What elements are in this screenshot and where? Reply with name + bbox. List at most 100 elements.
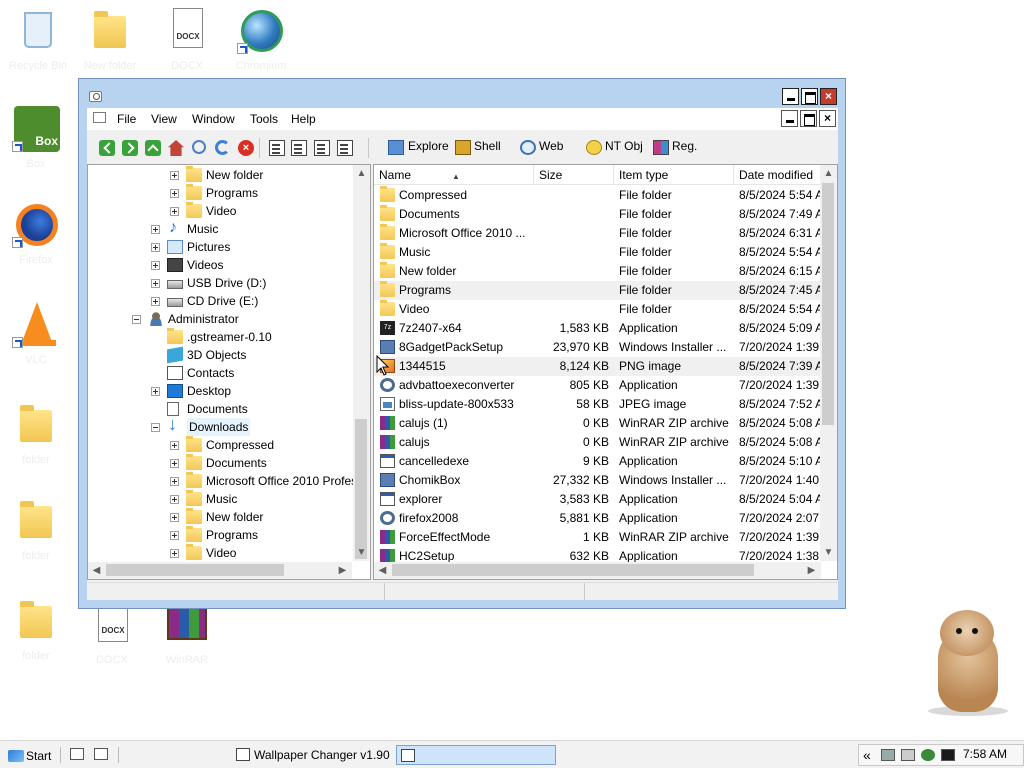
scroll-right-arrow-icon[interactable]: ▶ — [334, 562, 351, 579]
forward-arrow-icon[interactable] — [122, 140, 138, 156]
file-list-pane[interactable]: Name ▲ Size Item type Date modified Comp… — [373, 164, 838, 580]
shell-icon[interactable] — [455, 140, 471, 155]
file-row[interactable]: cancelledexe 9 KB Application 8/5/2024 5:10… — [374, 452, 821, 471]
tray-app-icon[interactable] — [921, 749, 935, 761]
collapse-minus-icon[interactable] — [151, 423, 160, 432]
expand-plus-icon[interactable] — [170, 549, 179, 558]
task-file-manager[interactable] — [396, 745, 556, 765]
scroll-right-arrow-icon[interactable]: ▶ — [803, 562, 820, 579]
up-arrow-icon[interactable] — [145, 140, 161, 156]
file-manager-window[interactable]: × File View Window Tools Help × × Explor… — [78, 78, 846, 609]
docx-desktop-icon-2[interactable]: DOCX DOCX — [77, 600, 147, 667]
tree-item[interactable]: Desktop — [88, 382, 354, 400]
expand-plus-icon[interactable] — [170, 459, 179, 468]
tree-item[interactable]: USB Drive (D:) — [88, 274, 354, 292]
folder-desktop-icon-3[interactable]: folder — [1, 496, 71, 563]
view-list-icon[interactable] — [314, 140, 330, 156]
file-row[interactable]: Microsoft Office 2010 ... File folder 8/5/… — [374, 224, 821, 243]
close-button[interactable]: × — [820, 88, 837, 105]
vlc-desktop-icon[interactable]: VLC — [1, 300, 71, 367]
expand-plus-icon[interactable] — [170, 513, 179, 522]
firefox-desktop-icon[interactable]: Firefox — [1, 200, 71, 267]
scroll-up-arrow-icon[interactable]: ▲ — [353, 165, 370, 182]
file-row[interactable]: Video File folder 8/5/2024 5:54 A — [374, 300, 821, 319]
expand-plus-icon[interactable] — [151, 261, 160, 270]
tree-vertical-scrollbar[interactable]: ▲ ▼ — [353, 165, 370, 561]
collapse-minus-icon[interactable] — [132, 315, 141, 324]
hamster-desktop-pet[interactable] — [918, 606, 1018, 718]
tree-hscroll-thumb[interactable] — [106, 564, 284, 576]
web-button[interactable]: Web — [539, 139, 563, 153]
box-app-desktop-icon[interactable]: Box Box — [1, 104, 71, 171]
list-hscroll-thumb[interactable] — [392, 564, 754, 576]
start-button[interactable]: Start — [8, 747, 51, 765]
tree-item[interactable]: Videos — [88, 256, 354, 274]
expand-plus-icon[interactable] — [170, 207, 179, 216]
file-row[interactable]: explorer 3,583 KB Application 8/5/2024 5:04… — [374, 490, 821, 509]
tree-item[interactable]: Downloads — [88, 415, 354, 436]
scroll-down-arrow-icon[interactable]: ▼ — [820, 544, 837, 561]
tree-scroll-thumb[interactable] — [355, 419, 367, 559]
tray-expand-chevron[interactable]: « — [863, 747, 877, 763]
folder-desktop-icon-1[interactable]: New folder — [75, 6, 145, 73]
file-row[interactable]: advbattoexeconverter 805 KB Application 7/2… — [374, 376, 821, 395]
file-row[interactable]: bliss-update-800x533 58 KB JPEG image 8/5/2… — [374, 395, 821, 414]
tree-item[interactable]: New folder — [88, 166, 354, 184]
expand-plus-icon[interactable] — [170, 495, 179, 504]
file-row[interactable]: 1344515 8,124 KB PNG image 8/5/2024 7:39 A — [374, 357, 821, 376]
tree-item[interactable]: Video — [88, 544, 354, 562]
file-row[interactable]: Compressed File folder 8/5/2024 5:54 A — [374, 186, 821, 205]
show-desktop-icon[interactable] — [70, 748, 84, 760]
stop-icon[interactable]: × — [238, 140, 254, 156]
tree-item[interactable]: Video — [88, 202, 354, 220]
mdi-close-button[interactable]: × — [819, 110, 836, 127]
registry-icon[interactable] — [653, 140, 669, 155]
tree-item[interactable]: Programs — [88, 526, 354, 544]
menu-file[interactable]: File — [117, 112, 136, 126]
column-header-type[interactable]: Item type — [614, 165, 734, 185]
tray-volume-icon[interactable] — [901, 749, 915, 761]
file-row[interactable]: Music File folder 8/5/2024 5:54 A — [374, 243, 821, 262]
menu-view[interactable]: View — [151, 112, 177, 126]
tree-item[interactable]: Pictures — [88, 238, 354, 256]
explore-button[interactable]: Explore — [408, 139, 449, 153]
task-wallpaper-changer[interactable]: Wallpaper Changer v1.90 — [232, 745, 392, 765]
expand-plus-icon[interactable] — [170, 189, 179, 198]
file-row[interactable]: Programs File folder 8/5/2024 7:45 A — [374, 281, 821, 300]
tree-item[interactable]: Music — [88, 490, 354, 508]
scroll-left-arrow-icon[interactable]: ◀ — [88, 562, 105, 579]
tree-item[interactable]: Documents — [88, 454, 354, 472]
file-row[interactable]: calujs (1) 0 KB WinRAR ZIP archive 8/5/2024… — [374, 414, 821, 433]
file-row[interactable]: ChomikBox 27,332 KB Windows Installer ... 7… — [374, 471, 821, 490]
scroll-up-arrow-icon[interactable]: ▲ — [820, 165, 837, 182]
file-row[interactable]: New folder File folder 8/5/2024 6:15 A — [374, 262, 821, 281]
tree-item[interactable]: Microsoft Office 2010 Professio — [88, 472, 370, 490]
folder-desktop-icon-2[interactable]: folder — [1, 400, 71, 467]
tray-display-icon[interactable] — [941, 749, 955, 761]
expand-plus-icon[interactable] — [151, 387, 160, 396]
explore-icon[interactable] — [388, 140, 404, 155]
web-globe-icon[interactable] — [520, 140, 536, 155]
nt-obj-button[interactable]: NT Obj — [605, 139, 643, 153]
expand-plus-icon[interactable] — [151, 225, 160, 234]
tray-network-icon[interactable] — [881, 749, 895, 761]
list-vertical-scrollbar[interactable]: ▲ ▼ — [820, 165, 837, 561]
clock[interactable]: 7:58 AM — [963, 747, 1007, 761]
folder-desktop-icon-4[interactable]: folder — [1, 596, 71, 663]
file-row[interactable]: 8GadgetPackSetup 23,970 KB Windows Install… — [374, 338, 821, 357]
refresh-icon[interactable] — [215, 140, 230, 155]
nt-object-icon[interactable] — [586, 140, 602, 155]
menu-help[interactable]: Help — [291, 112, 316, 126]
back-arrow-icon[interactable] — [99, 140, 115, 156]
tree-item[interactable]: Documents — [88, 400, 354, 418]
registry-button[interactable]: Reg. — [672, 139, 697, 153]
window-titlebar[interactable]: × — [79, 79, 845, 109]
folder-tree-pane[interactable]: New folder Programs Video Music Pictures Vide… — [87, 164, 371, 580]
file-row[interactable]: firefox2008 5,881 KB Application 7/20/2024 … — [374, 509, 821, 528]
tree-item[interactable]: .gstreamer-0.10 — [88, 328, 354, 346]
maximize-button[interactable] — [801, 88, 818, 105]
column-header-size[interactable]: Size — [534, 165, 614, 185]
shell-button[interactable]: Shell — [474, 139, 501, 153]
scroll-left-arrow-icon[interactable]: ◀ — [374, 562, 391, 579]
tree-item[interactable]: Administrator — [88, 310, 354, 328]
